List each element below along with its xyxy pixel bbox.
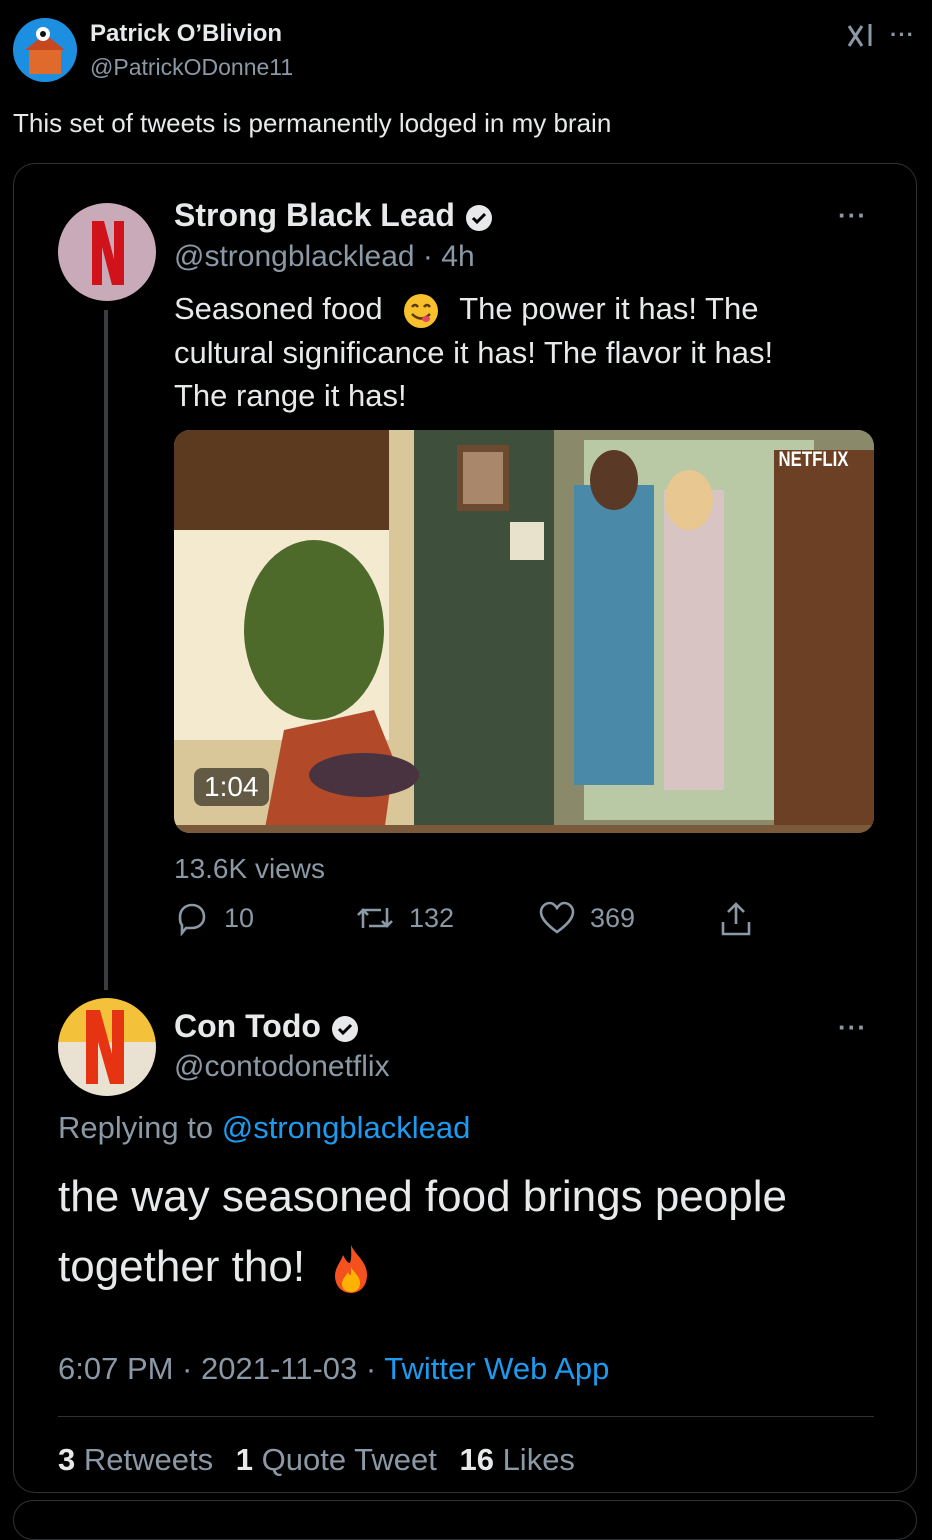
tweet1-time[interactable]: 4h — [441, 240, 474, 273]
outer-tweet-text: This set of tweets is permanently lodged… — [13, 108, 612, 138]
outer-author-avatar[interactable] — [13, 18, 77, 82]
tweet2-line1: the way seasoned food brings people — [58, 1172, 787, 1221]
grok-icon[interactable] — [846, 22, 876, 55]
tweet2-line2: together tho! — [58, 1232, 787, 1302]
savoring-face-emoji-icon — [404, 293, 439, 328]
replying-to-link[interactable]: @strongblacklead — [222, 1110, 471, 1145]
like-action[interactable]: 369 — [538, 900, 635, 936]
tweet1-text: Seasoned food The power it has! The cult… — [174, 287, 874, 417]
tweet1-more-icon[interactable]: ··· — [838, 200, 867, 231]
share-icon — [721, 902, 751, 936]
netflix-n-logo-icon — [92, 221, 124, 285]
like-count: 369 — [590, 902, 636, 933]
tweet1-name: Strong Black Lead — [174, 197, 455, 233]
replying-prefix: Replying to — [58, 1110, 214, 1145]
retweet-action[interactable]: 132 — [355, 900, 454, 936]
tweet2-handle[interactable]: @contodonetflix — [174, 1050, 390, 1084]
tweet1-line1: Seasoned food The power it has! The — [174, 287, 874, 331]
tweet1-line2: cultural significance it has! The flavor… — [174, 334, 774, 370]
reply-count: 10 — [224, 902, 255, 933]
outer-more-icon[interactable]: ··· — [890, 22, 915, 48]
tweet2-author[interactable]: Con Todo — [174, 1008, 360, 1045]
verified-badge-icon — [465, 204, 492, 231]
replying-to: Replying to @strongblacklead — [58, 1110, 470, 1146]
tweet2-source[interactable]: Twitter Web App — [384, 1351, 609, 1386]
fire-emoji-icon — [335, 1245, 368, 1294]
tweet1-handle[interactable]: @strongblacklead — [174, 240, 415, 273]
contodo-avatar[interactable] — [58, 998, 156, 1096]
outer-author-name[interactable]: Patrick O’Blivion — [90, 20, 282, 48]
reply-icon — [178, 903, 206, 936]
retweet-count: 132 — [409, 902, 455, 933]
strongblacklead-avatar[interactable] — [58, 203, 156, 301]
retweet-icon — [357, 908, 393, 928]
tweet2-more-icon[interactable]: ··· — [838, 1012, 867, 1043]
tweet2-name: Con Todo — [174, 1008, 321, 1044]
netflix-n-logo-icon — [86, 1010, 124, 1084]
stats-divider — [58, 1416, 874, 1417]
verified-badge-icon — [331, 1015, 358, 1042]
video-thumbnail-scene — [174, 430, 874, 833]
likes-stat[interactable]: 16 Likes — [459, 1442, 574, 1477]
tweet2-timestamp[interactable]: 6:07 PM · 2021-11-03 · — [58, 1351, 384, 1386]
thread-line — [104, 310, 108, 990]
retweets-stat[interactable]: 3 Retweets — [58, 1442, 213, 1477]
share-action[interactable] — [718, 900, 754, 938]
video-duration: 1:04 — [194, 768, 269, 806]
outer-author-handle[interactable]: @PatrickODonne11 — [90, 54, 293, 81]
next-card-edge — [13, 1500, 917, 1540]
heart-icon — [539, 901, 575, 934]
quote-tweet-stat[interactable]: 1 Quote Tweet — [236, 1442, 437, 1477]
tweet1-video-player[interactable]: NETFLIX 1:04 — [174, 430, 874, 833]
netflix-watermark: NETFLIX — [778, 448, 848, 471]
doghouse-avatar-icon — [25, 27, 65, 74]
tweet1-handle-time: @strongblacklead · 4h — [174, 240, 475, 273]
tweet1-line3: The range it has! — [174, 377, 407, 413]
tweet1-views: 13.6K views — [174, 853, 325, 884]
tweet2-timestamp-line: 6:07 PM · 2021-11-03 · Twitter Web App — [58, 1351, 609, 1387]
tweet2-text: the way seasoned food brings people toge… — [58, 1162, 787, 1302]
tweet2-stats: 3 Retweets 1 Quote Tweet 16 Likes — [58, 1442, 575, 1478]
tweet1-author[interactable]: Strong Black Lead — [174, 197, 494, 234]
reply-action[interactable]: 10 — [174, 900, 254, 936]
